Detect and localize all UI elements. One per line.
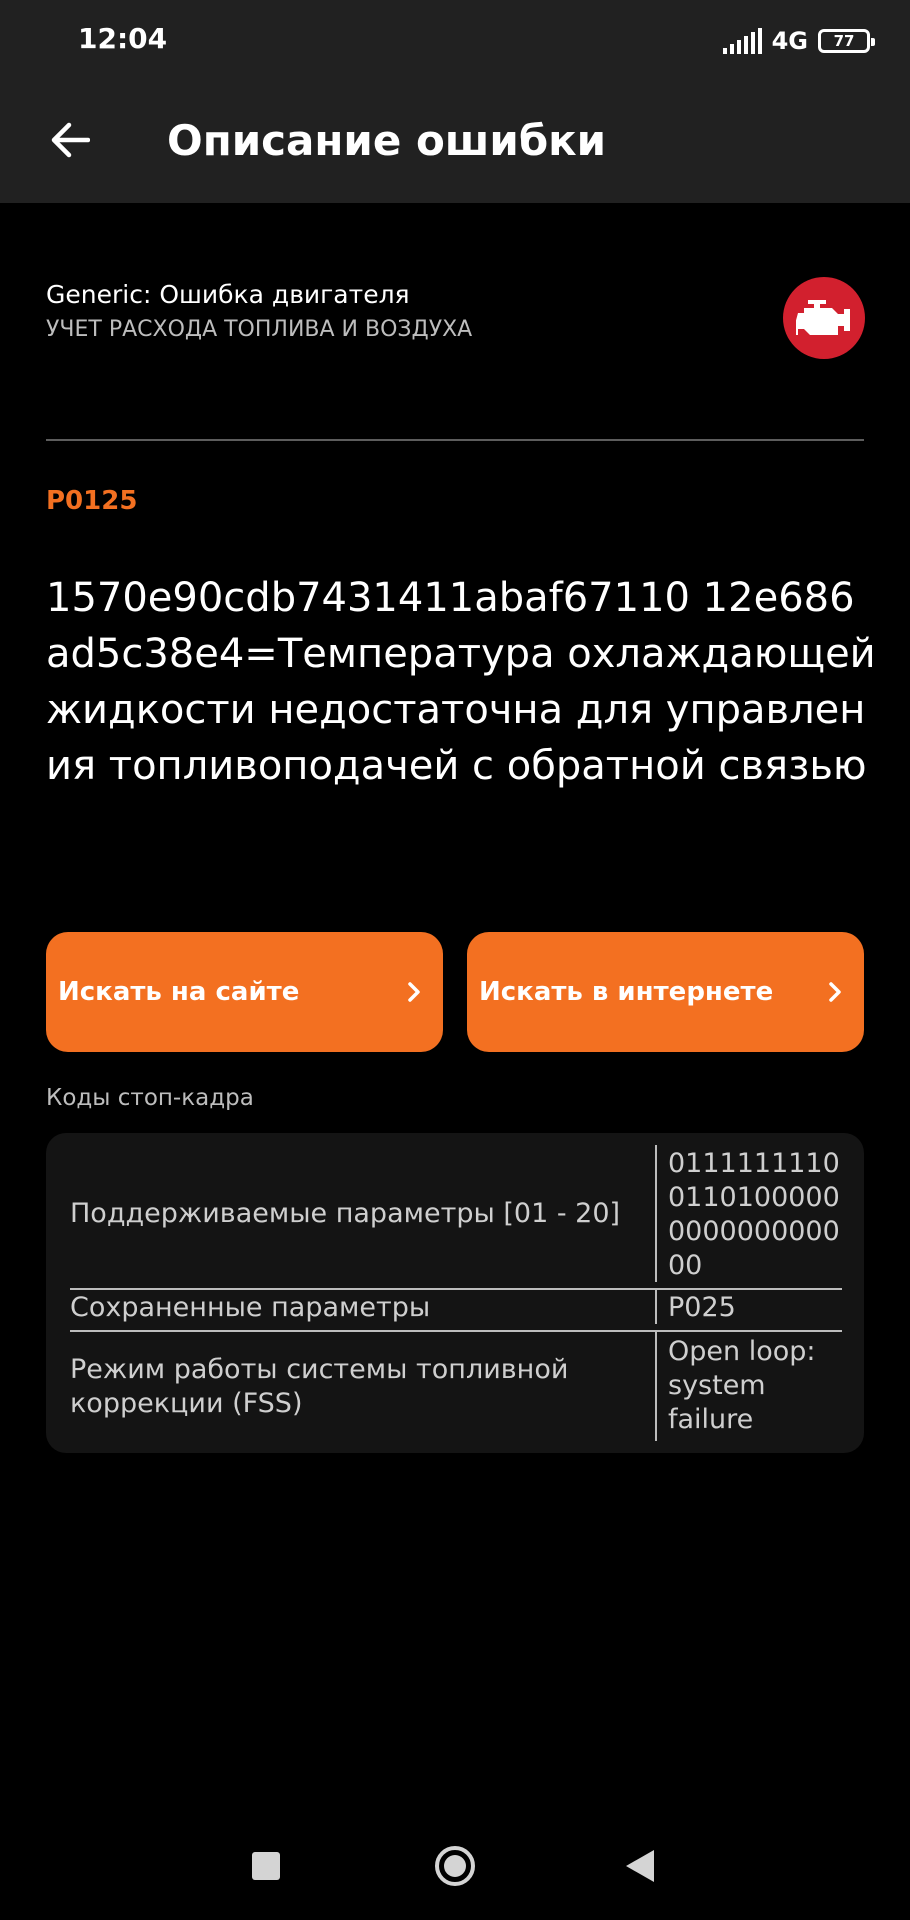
network-type: 4G [771,27,808,55]
category-subtitle: УЧЕТ РАСХОДА ТОПЛИВА И ВОЗДУХА [46,317,473,342]
error-code: P0125 [46,486,138,516]
param-name: Режим работы системы топливной коррекции… [70,1354,569,1419]
home-circle-icon[interactable] [435,1846,475,1886]
error-description: 1570e90cdb7431411abaf67110 12e686ad5c38e… [46,575,876,789]
category-title: Generic: Ошибка двигателя [46,280,410,309]
recents-square-icon[interactable] [252,1852,280,1880]
system-nav-bar [0,1820,910,1920]
battery-level: 77 [833,32,855,50]
column-divider [655,1289,657,1324]
signal-icon [722,28,762,54]
param-value: 01111111100110100000000000000000 [668,1148,840,1281]
divider [46,439,864,441]
back-button[interactable] [40,110,100,170]
row-divider [70,1288,842,1290]
freeze-frame-table: Поддерживаемые параметры [01 - 20] 01111… [46,1133,864,1453]
column-divider [655,1145,657,1282]
status-bar: 12:04 4G 77 [0,0,910,80]
param-name: Поддерживаемые параметры [01 - 20] [70,1198,621,1229]
param-value: P025 [668,1292,736,1323]
back-triangle-icon[interactable] [626,1850,654,1882]
search-internet-label: Искать в интернете [479,977,774,1007]
status-icons: 4G 77 [722,24,875,58]
search-site-button[interactable]: Искать на сайте [46,932,443,1052]
check-engine-icon [783,277,865,359]
arrow-left-icon [51,122,90,158]
battery-icon: 77 [818,29,875,53]
page-title: Описание ошибки [167,116,607,165]
param-name: Сохраненные параметры [70,1292,431,1323]
chevron-right-icon [399,977,429,1007]
search-internet-button[interactable]: Искать в интернете [467,932,864,1052]
chevron-right-icon [820,977,850,1007]
search-site-label: Искать на сайте [58,977,300,1007]
app-bar: Описание ошибки [0,80,910,203]
param-value: Open loop: system failure [668,1336,816,1435]
freeze-frame-label: Коды стоп-кадра [46,1085,254,1111]
status-time: 12:04 [78,22,168,55]
column-divider [655,1331,657,1441]
row-divider [70,1330,842,1332]
